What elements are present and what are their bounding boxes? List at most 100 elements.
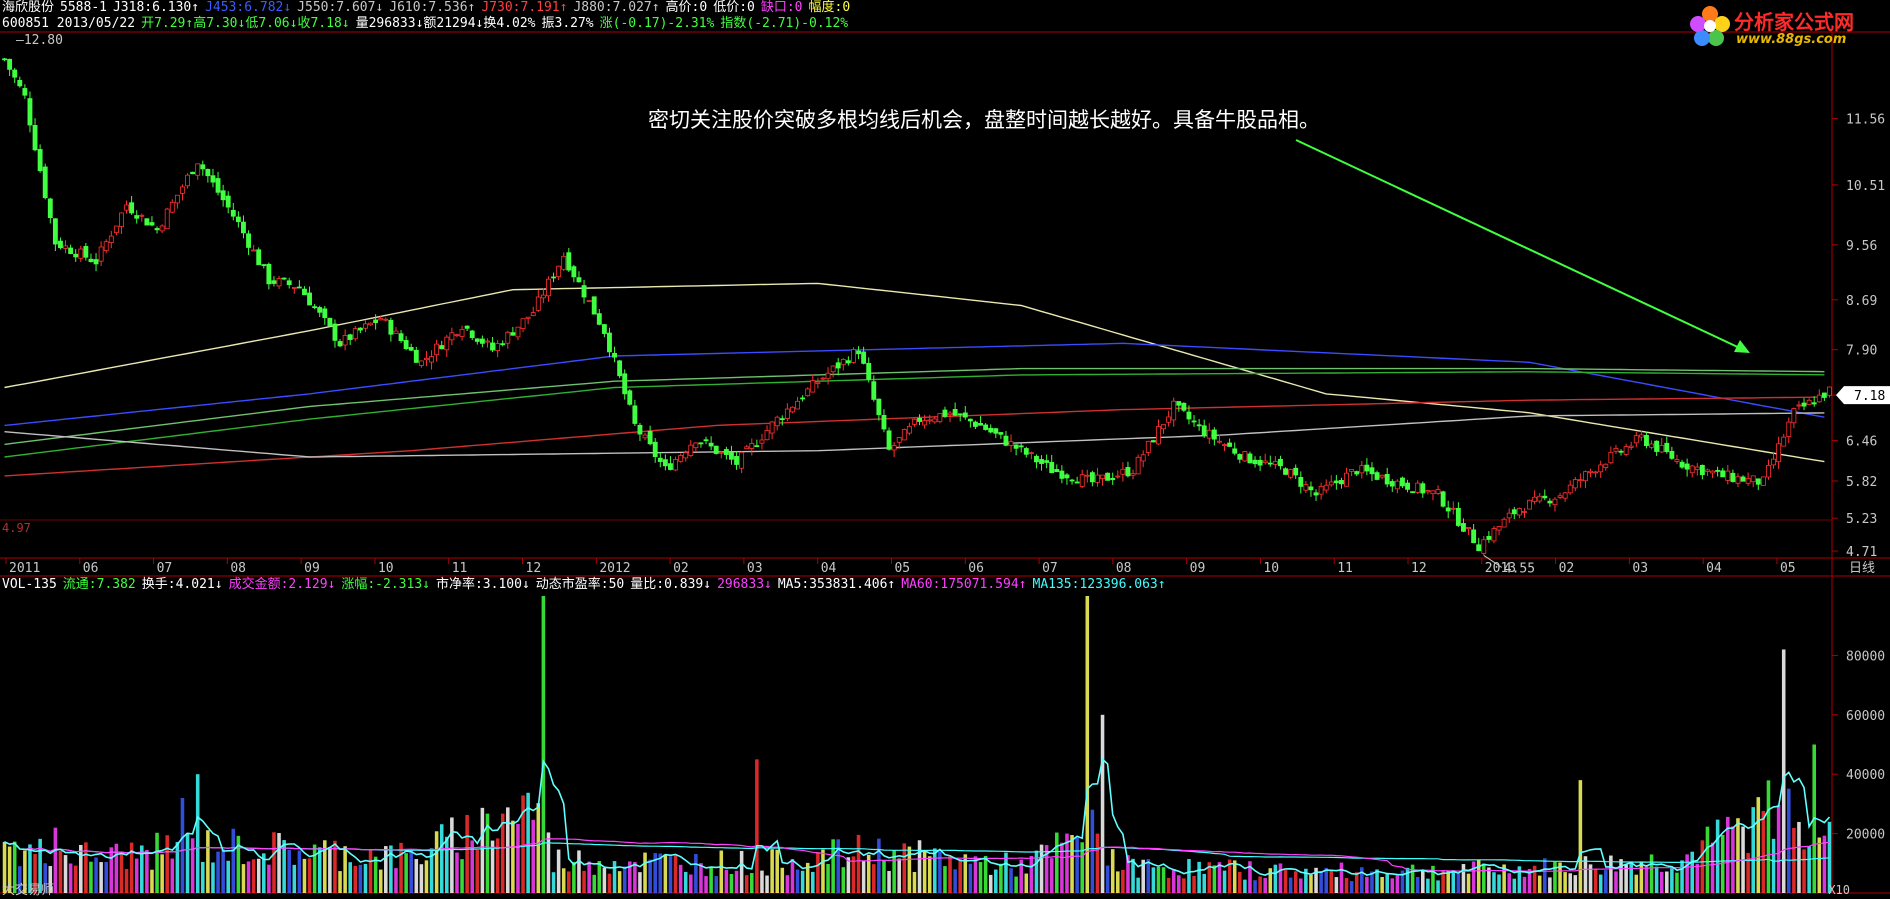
- volume-bar-73: [373, 856, 378, 893]
- candle-body-343: [1745, 477, 1751, 484]
- date-tick-label-3: 08: [230, 561, 246, 576]
- candle-body-322: [1638, 434, 1644, 438]
- volume-tick-label-0: 80000: [1846, 649, 1885, 664]
- volume-bar-326: [1659, 871, 1664, 893]
- volume-bar-188: [958, 859, 962, 893]
- volume-bar-159: [811, 871, 815, 893]
- candle-body-278: [1415, 482, 1421, 493]
- volume-bar-292: [1487, 867, 1491, 893]
- volume-bar-268: [1365, 876, 1369, 893]
- candle-body-253: [1288, 469, 1294, 478]
- volume-bar-70: [358, 864, 363, 893]
- volume-bar-152: [775, 849, 779, 893]
- period-label: 日线: [1849, 561, 1875, 576]
- candle-body-53: [271, 280, 277, 284]
- site-logo: 分析家公式网 www.88gs.com: [1686, 2, 1886, 54]
- volume-bar-344: [1751, 807, 1755, 893]
- volume-bar-218: [1110, 849, 1115, 893]
- volume-bar-310: [1578, 780, 1583, 893]
- candle-body-72: [368, 322, 373, 326]
- volume-bar-350: [1781, 649, 1786, 893]
- candle-body-87: [444, 336, 450, 351]
- volume-bar-297: [1512, 878, 1517, 893]
- candle-body-183: [932, 418, 938, 423]
- candle-body-310: [1577, 479, 1583, 482]
- volume-bar-41: [211, 862, 215, 893]
- volume-bar-20: [104, 861, 108, 893]
- header-field-3: J453:6.782↓: [205, 0, 292, 15]
- candle-body-222: [1130, 473, 1136, 476]
- volume-bar-346: [1761, 810, 1766, 893]
- volume-bar-164: [836, 839, 840, 893]
- candle-body-267: [1359, 465, 1365, 474]
- volume-bar-67: [343, 846, 347, 893]
- volume-bar-169: [861, 861, 866, 893]
- candle-body-97: [495, 343, 501, 351]
- candle-body-69: [352, 328, 358, 340]
- candle-body-191: [973, 421, 978, 427]
- volume-bar-278: [1415, 876, 1420, 893]
- candle-body-147: [749, 443, 755, 449]
- candle-body-247: [1257, 459, 1263, 466]
- candle-body-108: [551, 276, 556, 279]
- volume-bar-276: [1405, 867, 1410, 893]
- candle-body-8: [42, 166, 48, 199]
- volume-bar-71: [363, 863, 368, 893]
- volume-bar-308: [1568, 873, 1572, 893]
- volume-bar-153: [780, 867, 785, 893]
- candle-body-326: [1659, 445, 1665, 453]
- date-tick-label-11: 04: [821, 561, 837, 576]
- volume-bar-335: [1705, 826, 1710, 893]
- candle-body-115: [586, 300, 592, 302]
- volume-bar-171: [872, 864, 876, 893]
- volume-bar-303: [1543, 858, 1547, 893]
- volume-bar-234: [1192, 875, 1196, 893]
- candle-body-206: [1049, 462, 1055, 474]
- candle-body-10: [52, 218, 58, 245]
- candle-body-21: [108, 235, 114, 243]
- candle-body-160: [815, 381, 821, 384]
- date-tick-label-0: 2011: [9, 561, 40, 576]
- candle-body-318: [1618, 450, 1624, 453]
- candle-body-189: [962, 412, 968, 418]
- quote-field-4: 涨(-0.17)-2.31%: [599, 16, 715, 31]
- volume-bar-36: [185, 832, 190, 893]
- candle-body-357: [1816, 394, 1822, 403]
- volume-bar-259: [1319, 870, 1323, 893]
- candle-body-31: [159, 225, 165, 232]
- candle-body-233: [1186, 411, 1192, 420]
- volume-bar-354: [1802, 849, 1806, 893]
- volume-bar-157: [800, 870, 805, 893]
- volume-info-row: VOL-135 流通:7.382 换手:4.021↓ 成交金额:2.129↓ 涨幅:-2…: [2, 577, 1172, 593]
- candle-body-214: [1089, 472, 1095, 483]
- candle-body-211: [1074, 481, 1080, 484]
- volume-bar-32: [165, 835, 169, 893]
- candle-body-77: [393, 330, 399, 334]
- volume-bar-358: [1822, 835, 1827, 893]
- candle-body-122: [622, 373, 628, 395]
- candle-body-354: [1801, 402, 1807, 407]
- candle-body-83: [424, 357, 429, 361]
- candle-body-353: [1796, 404, 1802, 407]
- candle-body-24: [124, 204, 129, 211]
- volume-bar-341: [1736, 818, 1740, 893]
- candle-body-331: [1684, 463, 1690, 470]
- candle-body-176: [896, 437, 902, 443]
- volume-bar-160: [816, 852, 820, 893]
- candle-body-241: [1227, 442, 1233, 447]
- volume-bar-272: [1385, 873, 1389, 893]
- ma-line-J610: [4, 367, 1825, 446]
- volume-bar-17: [89, 861, 93, 893]
- volume-bar-100: [511, 820, 515, 893]
- candle-body-107: [546, 278, 551, 297]
- volume-bar-106: [541, 596, 546, 893]
- volume-bar-195: [994, 869, 998, 893]
- candle-body-120: [612, 352, 617, 358]
- volume-bar-80: [409, 849, 413, 893]
- candle-body-242: [1232, 448, 1238, 454]
- volume-bar-216: [1100, 714, 1105, 893]
- stock-chart[interactable]: 11.56 10.51 9.56 8.69 7.90 6.46 5.82 5.23 4.71 7.…: [0, 0, 1890, 899]
- candle-body-235: [1196, 424, 1202, 427]
- volume-bar-327: [1665, 871, 1669, 893]
- candle-body-255: [1298, 477, 1304, 487]
